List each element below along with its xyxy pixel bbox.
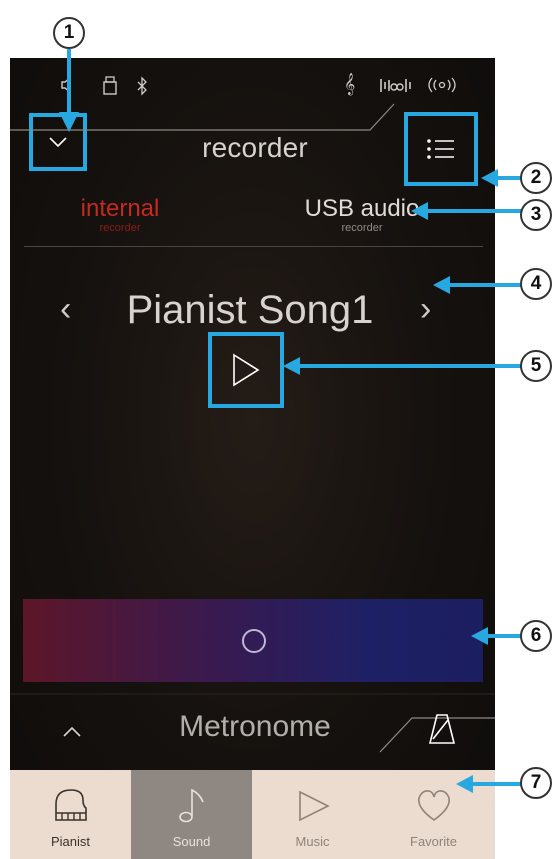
- bottom-nav: Pianist Sound Music Favorite: [10, 770, 495, 859]
- close-panel-button[interactable]: [29, 113, 87, 171]
- page-title: recorder: [202, 132, 308, 163]
- metronome-icon[interactable]: [428, 712, 456, 746]
- piano-icon: [55, 789, 87, 821]
- nav-label-pianist: Pianist: [50, 834, 91, 849]
- nav-item-music[interactable]: Music: [252, 770, 373, 859]
- song-name: Pianist Song1: [126, 288, 374, 332]
- heart-icon: [417, 790, 451, 821]
- recorder-header: recorder: [10, 108, 495, 188]
- play-button[interactable]: [208, 332, 284, 408]
- bluetooth-icon: [136, 76, 148, 101]
- tab-usb-sub: recorder: [341, 222, 383, 234]
- recorder-screen: 𝄞 recorder internal recorder USB audio r…: [10, 58, 495, 859]
- nav-label-music: Music: [295, 834, 330, 849]
- speaker-icon: [60, 76, 74, 99]
- callout-badge-1: 1: [53, 17, 85, 49]
- metronome-label: Metronome: [179, 710, 331, 743]
- metronome-bar: Metronome: [10, 690, 495, 770]
- record-icon: [242, 629, 266, 653]
- tab-internal-recorder[interactable]: internal recorder: [55, 196, 185, 235]
- tab-usb-audio-recorder[interactable]: USB audio recorder: [282, 196, 442, 235]
- callout-badge-7: 7: [520, 767, 552, 799]
- music-note-icon: [179, 788, 204, 823]
- callout-badge-6: 6: [520, 620, 552, 652]
- nav-item-favorite[interactable]: Favorite: [373, 770, 494, 859]
- audio-eq-icon: [379, 76, 413, 99]
- callout-badge-4: 4: [520, 268, 552, 300]
- tab-divider: [24, 246, 483, 247]
- nav-item-pianist[interactable]: Pianist: [10, 770, 131, 859]
- tab-usb-label: USB audio: [304, 195, 420, 222]
- nav-label-sound: Sound: [172, 834, 211, 849]
- tab-internal-label: internal: [80, 195, 160, 222]
- recorder-menu-button[interactable]: [404, 112, 478, 186]
- treble-clef-icon: 𝄞: [344, 74, 356, 95]
- status-bar: 𝄞: [10, 70, 495, 106]
- chevron-down-icon: [49, 137, 67, 148]
- list-menu-icon: [427, 139, 454, 159]
- usb-icon: [103, 76, 117, 101]
- tab-internal-sub: recorder: [99, 222, 141, 234]
- play-outline-icon: [299, 790, 330, 822]
- nav-item-sound[interactable]: Sound: [131, 770, 252, 859]
- next-song-button[interactable]: ›: [420, 290, 440, 329]
- previous-song-button[interactable]: ‹: [60, 290, 80, 329]
- record-button[interactable]: [23, 599, 483, 682]
- play-icon: [233, 353, 260, 387]
- callout-badge-3: 3: [520, 199, 552, 231]
- callout-badge-2: 2: [520, 162, 552, 194]
- wireless-icon: [426, 76, 458, 99]
- callout-badge-5: 5: [520, 350, 552, 382]
- nav-label-favorite: Favorite: [410, 834, 457, 849]
